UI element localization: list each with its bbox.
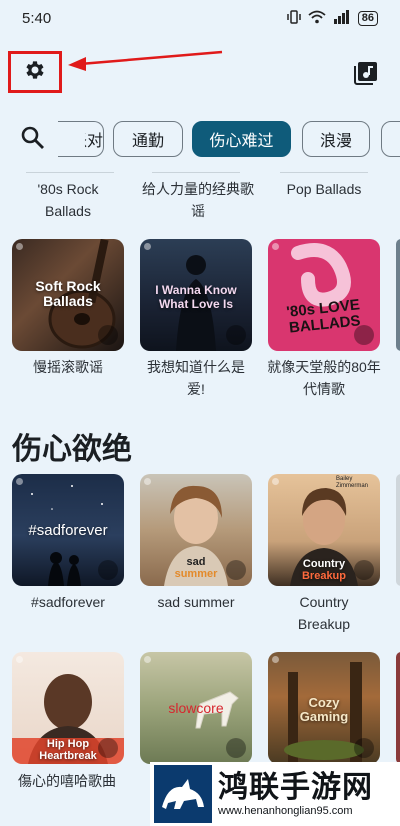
divider [280,172,368,173]
queue-icon[interactable] [98,325,118,345]
badge-dot [272,478,279,485]
search-button[interactable] [20,125,50,155]
queue-icon[interactable] [354,560,374,580]
playlist-cover-cozy-gaming[interactable]: Cozy Gaming [268,652,380,764]
badge-dot [16,656,23,663]
cover-title: Soft Rock Ballads [35,278,101,309]
battery-indicator: 86 [357,11,378,26]
artist-corner-text: Bailey Zimmerman [336,476,369,489]
playlist-cover-country-breakup[interactable]: Bailey Zimmerman Country Breakup [268,474,380,586]
divider [152,172,240,173]
library-button[interactable] [352,59,380,87]
playlist-cover-slowcore[interactable]: slowcore [140,652,252,764]
queue-icon[interactable] [354,738,374,758]
playlist-caption[interactable]: '80s Rock Ballads [14,178,122,222]
playlist-caption[interactable]: Country Breakup [282,591,366,635]
badge-dot [16,243,23,250]
playlist-cover-sad-summer[interactable]: sad summer [140,474,252,586]
playlist-cover-partial[interactable] [396,652,400,764]
search-icon [20,126,46,155]
badge-dot [144,243,151,250]
playlist-caption[interactable]: 我想知道什么是爱! [140,356,252,400]
divider [26,172,114,173]
playlist-caption[interactable]: 慢摇滚歌谣 [12,356,124,378]
chip-party[interactable]: 派对 [58,121,104,157]
playlist-caption[interactable]: Pop Ballads [270,178,378,200]
gear-icon [23,58,47,87]
playlist-caption[interactable]: sad summer [140,591,252,613]
music-library-icon [352,62,380,91]
chip-commute[interactable]: 通勤 [113,121,183,157]
status-icons: 86 [286,10,378,27]
signal-icon [332,10,352,27]
badge-dot [272,243,279,250]
wifi-icon [308,10,326,27]
playlist-cover-partial[interactable] [396,474,400,586]
playlist-caption[interactable]: 给人力量的经典歌谣 [140,178,256,222]
status-time: 5:40 [22,10,52,27]
queue-icon[interactable] [98,560,118,580]
chip-romance[interactable]: 浪漫 [302,121,370,157]
badge-dot [16,478,23,485]
vibrate-icon [286,10,302,27]
cover-title: I Wanna Know What Love Is [155,283,237,311]
cover-title: Cozy Gaming [299,695,349,724]
annotation-arrow [68,50,223,71]
queue-icon[interactable] [226,560,246,580]
playlist-caption[interactable]: #sadforever [12,591,124,613]
cover-title: #sadforever [28,522,108,539]
cover-title: slowcore [168,700,224,716]
badge-dot [144,478,151,485]
watermark-url: www.henanhonglian95.com [218,805,353,817]
playlist-caption[interactable]: 傷心的嘻哈歌曲 [18,770,148,792]
badge-dot [272,656,279,663]
settings-button[interactable] [8,51,62,93]
watermark: 鸿联手游网 www.henanhonglian95.com [150,762,400,826]
playlist-cover-sadforever[interactable]: #sadforever [12,474,124,586]
queue-icon[interactable] [226,325,246,345]
playlist-cover-partial[interactable] [396,239,400,351]
watermark-logo [154,765,212,823]
queue-icon[interactable] [226,738,246,758]
section-title: 伤心欲绝 [12,433,132,466]
queue-icon[interactable] [98,738,118,758]
playlist-caption[interactable]: 就像天堂般的80年代情歌 [266,356,382,400]
chip-more[interactable] [381,121,400,157]
status-bar: 5:40 86 [0,0,400,36]
queue-icon[interactable] [354,325,374,345]
badge-dot [144,656,151,663]
playlist-cover-wanna-know[interactable]: I Wanna Know What Love Is [140,239,252,351]
playlist-cover-80s-love[interactable]: '80s LOVE BALLADS [268,239,380,351]
playlist-cover-hiphop-heartbreak[interactable]: Hip Hop Heartbreak [12,652,124,764]
watermark-name: 鸿联手游网 [218,770,373,805]
chip-sad[interactable]: 伤心难过 [192,121,291,157]
watermark-text: 鸿联手游网 www.henanhonglian95.com [218,770,373,818]
playlist-cover-soft-rock[interactable]: Soft Rock Ballads [12,239,124,351]
